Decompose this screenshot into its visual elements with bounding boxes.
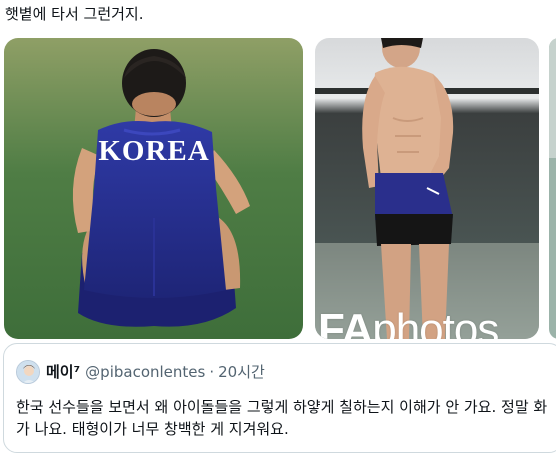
media-photo-3-partial[interactable] — [549, 38, 556, 339]
separator-dot: · — [209, 363, 215, 381]
quoted-timestamp[interactable]: 20시간 — [218, 362, 265, 382]
photo-watermark: FAphotos — [318, 305, 499, 340]
media-photo-2[interactable]: FAphotos — [315, 38, 539, 339]
quoted-tweet-text: 한국 선수들을 보면서 왜 아이돌들을 그렇게 하얗게 칠하는지 이해가 안 가… — [16, 398, 548, 438]
media-photo-1[interactable]: KOREA — [4, 38, 303, 339]
media-carousel[interactable]: KOREA FAphotos — [0, 38, 556, 340]
shirt-lettering: KOREA — [98, 135, 209, 167]
tweet-text: 햇볕에 타서 그런거지. — [5, 5, 144, 23]
avatar[interactable] — [16, 360, 40, 384]
quoted-tweet[interactable]: 메이⁷ @pibaconlentes · 20시간 한국 선수들을 보면서 왜 … — [3, 343, 556, 453]
quoted-author-name[interactable]: 메이⁷ — [46, 362, 80, 382]
quoted-author-handle[interactable]: @pibaconlentes — [85, 362, 205, 382]
quoted-tweet-header: 메이⁷ @pibaconlentes · 20시간 — [16, 360, 265, 384]
